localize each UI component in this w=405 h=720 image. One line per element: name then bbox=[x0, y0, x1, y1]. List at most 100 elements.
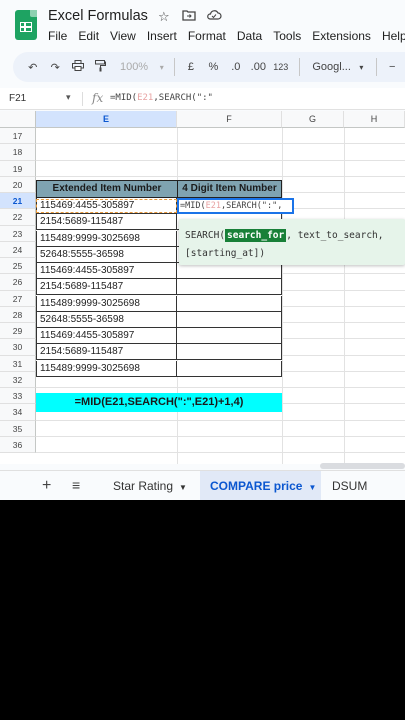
data-cell[interactable]: 2154:5689-115487 bbox=[36, 214, 177, 231]
row-header[interactable]: 22 bbox=[0, 209, 36, 226]
grid-line bbox=[36, 387, 405, 388]
empty-result-cell[interactable] bbox=[177, 279, 282, 296]
formula-prefix: =MID( bbox=[110, 93, 138, 103]
empty-result-cell[interactable] bbox=[177, 311, 282, 328]
menu-help[interactable]: Help bbox=[382, 29, 405, 43]
column-header-h[interactable]: H bbox=[344, 111, 405, 128]
zoom-select[interactable]: 100% bbox=[113, 61, 155, 73]
menu-insert[interactable]: Insert bbox=[147, 29, 177, 43]
formula-banner-cell[interactable]: =MID(E21,SEARCH(":",E21)+1,4) bbox=[36, 393, 282, 412]
sheet-grid[interactable]: E F G H 17 18 19 20 21 22 23 24 25 26 27 28 29 30 31 32… bbox=[0, 111, 405, 469]
row-header[interactable]: 35 bbox=[0, 420, 36, 437]
header-cell-extended-item-number[interactable]: Extended Item Number bbox=[36, 180, 178, 198]
horizontal-scrollbar[interactable] bbox=[320, 463, 405, 469]
header-cell-4-digit-item-number[interactable]: 4 Digit Item Number bbox=[177, 180, 282, 198]
column-header-g[interactable]: G bbox=[282, 111, 344, 128]
star-icon[interactable]: ☆ bbox=[158, 9, 170, 25]
active-cell-editor[interactable]: =MID(E21,SEARCH(":", bbox=[177, 198, 294, 214]
move-folder-icon[interactable] bbox=[182, 9, 196, 24]
row-header[interactable]: 21 bbox=[0, 193, 36, 210]
data-cell[interactable]: 115489:9999-3025698 bbox=[36, 230, 177, 247]
document-title[interactable]: Excel Formulas bbox=[48, 8, 148, 24]
spreadsheet-app: Excel Formulas ☆ File Edit View Insert F… bbox=[0, 0, 405, 500]
paint-format-icon[interactable] bbox=[90, 59, 109, 75]
all-sheets-icon[interactable]: ≡ bbox=[72, 477, 80, 493]
row-header[interactable]: 29 bbox=[0, 323, 36, 340]
undo-icon[interactable]: ↶ bbox=[23, 61, 42, 74]
print-icon[interactable] bbox=[68, 60, 87, 74]
increase-decimal-button[interactable]: .00 bbox=[249, 61, 268, 73]
empty-result-cell[interactable] bbox=[177, 328, 282, 344]
grid-line bbox=[344, 128, 345, 464]
chevron-down-icon: ▼ bbox=[179, 483, 187, 492]
formula-ref: E21 bbox=[137, 93, 154, 103]
active-prefix: =MID( bbox=[180, 201, 206, 211]
tooltip-line-2: [starting_at]) bbox=[185, 248, 266, 259]
toolbar-divider bbox=[299, 58, 301, 76]
menu-bar: File Edit View Insert Format Data Tools … bbox=[48, 29, 405, 43]
font-size-decrease-icon[interactable]: − bbox=[383, 61, 402, 73]
font-select[interactable]: Googl... bbox=[312, 61, 353, 73]
grid-line bbox=[36, 159, 405, 161]
formula-input[interactable]: =MID(E21,SEARCH(":" bbox=[110, 93, 213, 103]
chevron-down-icon: ▾ bbox=[159, 62, 164, 72]
data-cell[interactable]: 52648:5555-36598 bbox=[36, 246, 177, 263]
row-header[interactable]: 32 bbox=[0, 371, 36, 388]
column-header-f[interactable]: F bbox=[177, 111, 282, 128]
empty-result-cell[interactable] bbox=[177, 295, 282, 312]
redo-icon[interactable]: ↷ bbox=[45, 61, 64, 74]
menu-format[interactable]: Format bbox=[188, 29, 226, 43]
menu-tools[interactable]: Tools bbox=[273, 29, 301, 43]
empty-result-cell[interactable] bbox=[177, 360, 282, 377]
row-header[interactable]: 20 bbox=[0, 176, 36, 193]
menu-edit[interactable]: Edit bbox=[78, 29, 99, 43]
tooltip-line-1: SEARCH(search_for, text_to_search, bbox=[185, 227, 399, 245]
select-all-corner[interactable] bbox=[0, 111, 36, 128]
add-sheet-icon[interactable]: + bbox=[42, 477, 51, 495]
percent-button[interactable]: % bbox=[204, 61, 223, 73]
number-format-button[interactable]: 123 bbox=[271, 62, 290, 72]
name-box[interactable]: F21 bbox=[9, 93, 26, 104]
column-header-e[interactable]: E bbox=[36, 111, 177, 128]
tab-label: COMPARE price bbox=[210, 479, 303, 493]
currency-button[interactable]: £ bbox=[181, 61, 200, 73]
row-header[interactable]: 18 bbox=[0, 144, 36, 161]
row-header[interactable]: 17 bbox=[0, 128, 36, 145]
row-header[interactable]: 24 bbox=[0, 241, 36, 258]
menu-extensions[interactable]: Extensions bbox=[312, 29, 371, 43]
data-cell[interactable]: 115489:9999-3025698 bbox=[36, 295, 177, 312]
row-header[interactable]: 27 bbox=[0, 290, 36, 307]
data-cell[interactable]: 2154:5689-115487 bbox=[36, 279, 177, 296]
row-header[interactable]: 28 bbox=[0, 306, 36, 323]
empty-result-cell[interactable] bbox=[177, 344, 282, 361]
tab-compare-price[interactable]: COMPARE price ▼ bbox=[200, 471, 321, 500]
row-header[interactable]: 23 bbox=[0, 225, 36, 242]
row-header[interactable]: 26 bbox=[0, 274, 36, 291]
grid-line bbox=[36, 435, 405, 437]
row-header[interactable]: 25 bbox=[0, 258, 36, 275]
data-cell[interactable]: 115469:4455-305897 bbox=[36, 328, 177, 344]
data-cell[interactable]: 115489:9999-3025698 bbox=[36, 360, 177, 377]
data-cell[interactable]: 115469:4455-305897 bbox=[36, 263, 177, 279]
menu-file[interactable]: File bbox=[48, 29, 67, 43]
app-header: Excel Formulas ☆ File Edit View Insert F… bbox=[0, 0, 405, 52]
row-header[interactable]: 31 bbox=[0, 355, 36, 372]
tab-star-rating[interactable]: Star Rating ▼ bbox=[113, 471, 187, 500]
decrease-decimal-button[interactable]: .0 bbox=[226, 61, 245, 73]
sheets-logo-icon[interactable] bbox=[15, 10, 37, 40]
data-cell[interactable]: 2154:5689-115487 bbox=[36, 344, 177, 361]
row-header[interactable]: 34 bbox=[0, 404, 36, 421]
chevron-down-icon[interactable]: ▾ bbox=[66, 92, 71, 103]
row-header[interactable]: 19 bbox=[0, 160, 36, 177]
menu-view[interactable]: View bbox=[110, 29, 136, 43]
empty-result-cell[interactable] bbox=[177, 263, 282, 279]
cloud-status-icon[interactable] bbox=[206, 9, 222, 24]
row-header[interactable]: 33 bbox=[0, 388, 36, 405]
row-header[interactable]: 30 bbox=[0, 339, 36, 356]
menu-data[interactable]: Data bbox=[237, 29, 262, 43]
grid-line bbox=[36, 452, 405, 453]
row-header[interactable]: 36 bbox=[0, 436, 36, 453]
tab-dsum-function[interactable]: DSUM Functio bbox=[332, 471, 405, 500]
data-cell[interactable]: 52648:5555-36598 bbox=[36, 311, 177, 328]
formula-bar-divider bbox=[82, 92, 83, 106]
